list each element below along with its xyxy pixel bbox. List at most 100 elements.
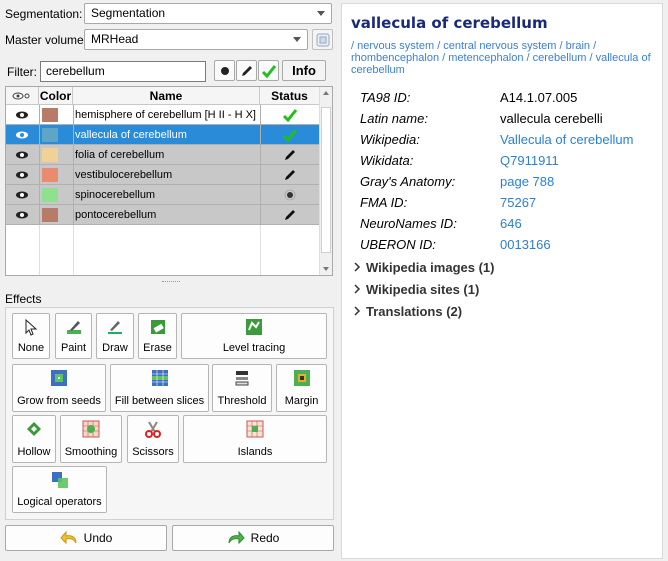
segment-status[interactable] [260,185,319,205]
redo-icon [228,530,245,545]
segment-name[interactable]: hemisphere of cerebellum [H II - H X] [75,105,258,125]
segment-color-swatch[interactable] [42,148,58,162]
effect-button-level-tracing[interactable]: Level tracing [181,313,327,359]
effect-button-logical-operators[interactable]: Logical operators [12,466,107,513]
info-value[interactable]: page 788 [500,172,554,192]
effect-button-draw[interactable]: Draw [96,313,134,359]
segment-color-swatch[interactable] [42,108,58,122]
redo-label: Redo [250,531,280,545]
segment-name[interactable]: vestibulocerebellum [75,165,258,185]
eye-icon[interactable] [15,189,29,201]
redo-button[interactable]: Redo [172,525,334,551]
info-value[interactable]: 75267 [500,193,536,213]
segment-status[interactable] [260,165,319,185]
effect-button-grow-from-seeds[interactable]: Grow from seeds [12,364,106,412]
effect-button-hollow[interactable]: Hollow [12,415,56,463]
effect-button-smoothing[interactable]: Smoothing [60,415,122,463]
segment-color-swatch[interactable] [42,168,58,182]
segment-name[interactable]: vallecula of cerebellum [75,125,258,145]
scroll-up-icon[interactable] [323,91,329,95]
effect-label: Draw [102,342,128,354]
collapsible-section[interactable]: Wikipedia images (1) [352,260,494,275]
table-row[interactable]: pontocerebellum [6,205,319,225]
filter-value: cerebellum [46,64,105,78]
show-edited-filter-button[interactable] [236,60,257,81]
effect-button-erase[interactable]: Erase [138,313,177,359]
effect-button-threshold[interactable]: Threshold [212,364,272,412]
show-completed-filter-button[interactable] [258,60,279,81]
info-value[interactable]: Q7911911 [500,151,559,171]
effect-label: Smoothing [64,446,118,458]
name-header[interactable]: Name [73,87,260,105]
info-row: Latin name: vallecula cerebelli [360,109,650,129]
table-row[interactable]: spinocerebellum [6,185,319,205]
master-volume-settings-button[interactable] [312,29,333,50]
eye-icon[interactable] [15,129,29,141]
chevron-right-icon [354,284,361,294]
effect-button-islands[interactable]: Islands [183,415,327,463]
effect-button-fill-between-slices[interactable]: Fill between slices [110,364,209,412]
eye-icon[interactable] [15,109,29,121]
collapsible-section[interactable]: Translations (2) [352,304,462,319]
effect-label: Threshold [217,395,267,407]
segment-status[interactable] [260,205,319,225]
filter-input[interactable]: cerebellum [40,61,206,82]
eye-icon[interactable] [15,169,29,181]
table-row[interactable]: folia of cerebellum [6,145,319,165]
segment-status[interactable] [260,145,319,165]
segmentation-select[interactable]: Segmentation [84,3,332,24]
margin-icon [293,370,310,386]
info-button[interactable]: Info [282,60,326,81]
info-value[interactable]: 0013166 [500,235,551,255]
undo-button[interactable]: Undo [5,525,167,551]
table-scrollbar[interactable] [319,87,332,275]
segment-name[interactable]: folia of cerebellum [75,145,258,165]
scroll-thumb[interactable] [321,107,331,253]
segment-name[interactable]: pontocerebellum [75,205,258,225]
effect-button-none[interactable]: None [12,313,50,359]
checkmark-icon [282,129,297,142]
splitter-handle[interactable] [162,281,180,283]
table-row[interactable]: vallecula of cerebellum [6,125,319,145]
segment-color-swatch[interactable] [42,208,58,222]
segment-name[interactable]: spinocerebellum [75,185,258,205]
eye-icon[interactable] [15,209,29,221]
table-row[interactable]: vestibulocerebellum [6,165,319,185]
effect-label: Grow from seeds [17,395,101,407]
master-volume-select[interactable]: MRHead [84,29,308,50]
color-header[interactable]: Color [39,87,73,105]
info-value: A14.1.07.005 [500,90,578,105]
info-row: FMA ID: 75267 [360,193,650,213]
visibility-header[interactable] [6,87,39,105]
segment-status[interactable] [260,105,319,125]
scroll-down-icon[interactable] [323,267,329,271]
info-key: UBERON ID: [360,237,436,252]
pen-draw-icon [108,321,122,334]
show-empty-filter-button[interactable] [214,60,235,81]
info-key: Latin name: [360,111,428,126]
table-row[interactable]: hemisphere of cerebellum [H II - H X] [6,105,319,125]
info-value[interactable]: 646 [500,214,522,234]
info-key: Gray's Anatomy: [360,174,456,189]
segment-status[interactable] [260,125,319,145]
segment-color-swatch[interactable] [42,188,58,202]
effect-label: Islands [237,446,273,458]
info-value[interactable]: Vallecula of cerebellum [500,130,633,150]
effect-label: Scissors [132,446,174,458]
info-row: Wikidata: Q7911911 [360,151,650,171]
breadcrumb[interactable]: / nervous system / central nervous syste… [351,40,651,76]
filter-label: Filter: [7,65,37,79]
dot-icon [284,189,295,201]
fill-between-slices-icon [151,370,168,386]
eye-icon[interactable] [15,149,29,161]
undo-label: Undo [83,531,113,545]
collapsible-section[interactable]: Wikipedia sites (1) [352,282,479,297]
effect-button-scissors[interactable]: Scissors [127,415,179,463]
effect-button-margin[interactable]: Margin [276,364,327,412]
status-header[interactable]: Status [260,87,319,105]
effect-label: Hollow [17,446,51,458]
arrow-pointer-icon [25,318,38,336]
undo-icon [59,530,77,545]
segment-color-swatch[interactable] [42,128,58,142]
effect-button-paint[interactable]: Paint [55,313,92,359]
